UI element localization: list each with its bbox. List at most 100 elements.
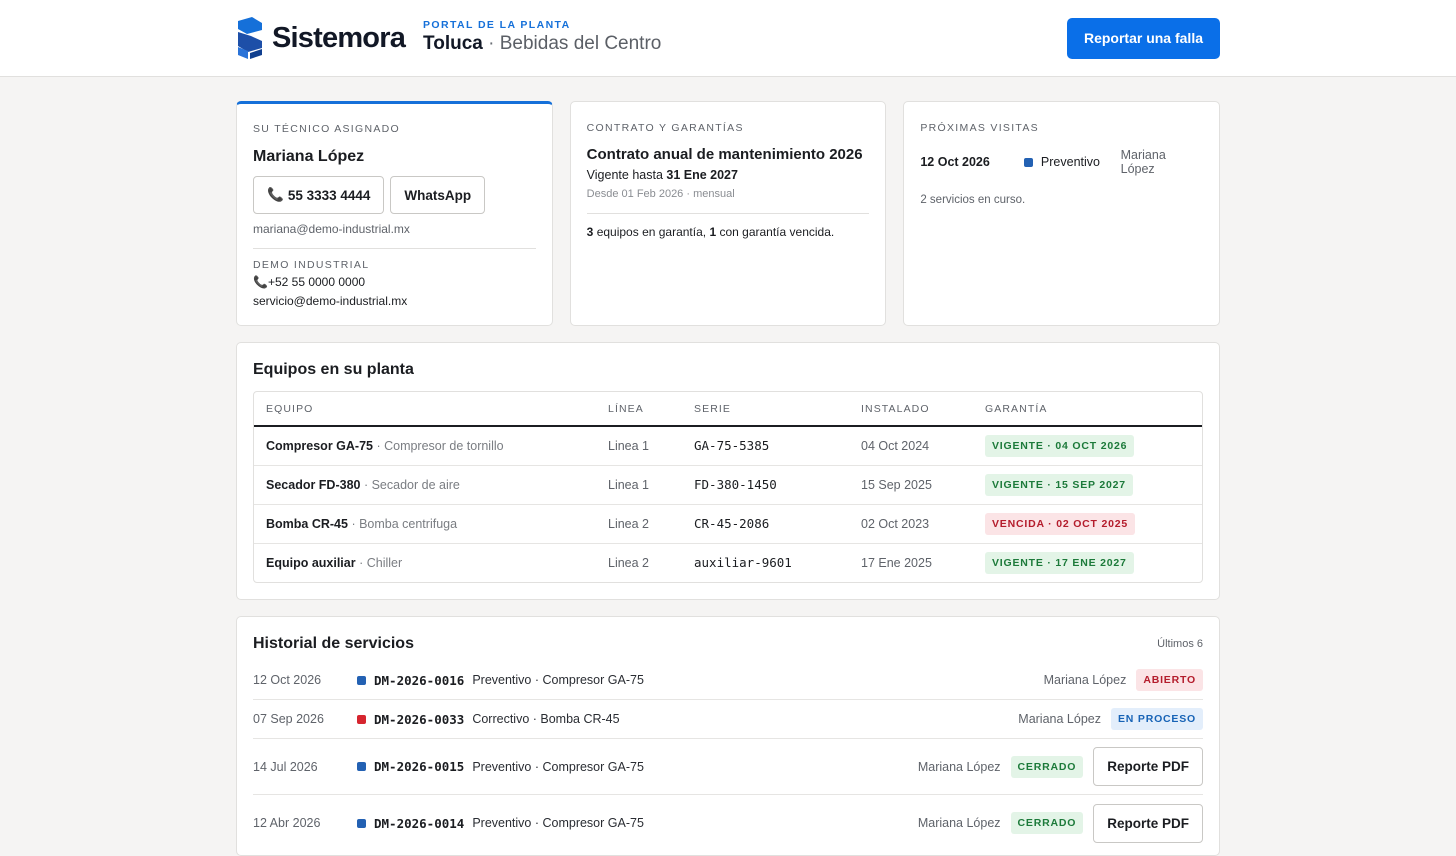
history-row[interactable]: 07 Sep 2026 DM-2026-0033 Correctivo · Bo…: [253, 700, 1203, 739]
company-email[interactable]: servicio@demo-industrial.mx: [253, 294, 536, 308]
history-count: Últimos 6: [1157, 638, 1203, 650]
equipment-name: Compresor GA-75: [266, 438, 373, 453]
equipment-type: · Chiller: [355, 555, 403, 570]
call-technician-button[interactable]: 📞 55 3333 4444: [253, 176, 385, 214]
history-row[interactable]: 12 Oct 2026 DM-2026-0016 Preventivo · Co…: [253, 661, 1203, 700]
plant-separator: ·: [482, 33, 500, 54]
equipment-cell: Secador FD-380 · Secador de aire: [254, 465, 596, 505]
visits-kicker: PRÓXIMAS VISITAS: [920, 122, 1039, 134]
column-header-warranty: GARANTÍA: [973, 392, 1202, 427]
warranty-cell: VIGENTE · 17 ENE 2027: [973, 543, 1202, 582]
table-row[interactable]: Secador FD-380 · Secador de aire Linea 1…: [254, 465, 1202, 505]
visit-item[interactable]: 12 Oct 2026 Preventivo Mariana López: [920, 148, 1203, 176]
plant-company: Bebidas del Centro: [499, 33, 662, 54]
expired-text: con garantía vencida.: [716, 225, 835, 239]
equipment-title: Equipos en su planta: [253, 361, 414, 378]
technician-email[interactable]: mariana@demo-industrial.mx: [253, 222, 536, 236]
call-technician-label: 55 3333 4444: [287, 187, 371, 203]
company-phone: +52 55 0000 0000: [267, 275, 366, 289]
service-description: Correctivo · Bomba CR-45: [472, 712, 620, 726]
warranty-cell: VENCIDA · 02 OCT 2025: [973, 504, 1202, 544]
equipment-section: Equipos en su planta EQUIPO LÍNEA SERIE …: [236, 342, 1220, 600]
service-code[interactable]: DM-2026-0033: [374, 712, 464, 727]
service-code[interactable]: DM-2026-0014: [374, 816, 464, 831]
whatsapp-button[interactable]: WhatsApp: [390, 176, 486, 214]
contract-title: Contrato anual de mantenimiento 2026: [586, 146, 863, 163]
serial-cell: GA-75-5385: [682, 426, 849, 466]
service-code[interactable]: DM-2026-0016: [374, 673, 464, 688]
summary-cards: SU TÉCNICO ASIGNADO Mariana López 📞 55 3…: [236, 101, 1221, 326]
contract-valid-prefix: Vigente hasta: [586, 168, 667, 182]
history-date: 12 Oct 2026: [253, 673, 322, 687]
line-cell: Linea 2: [608, 555, 650, 570]
contract-start: Desde 01 Feb 2026 · mensual: [586, 188, 735, 200]
plant-info: PORTAL DE LA PLANTA Toluca · Bebidas del…: [423, 19, 661, 55]
phone-icon: 📞: [267, 187, 284, 202]
plant-title: Toluca · Bebidas del Centro: [423, 33, 661, 55]
warranty-summary: 3 equipos en garantía, 1 con garantía ve…: [587, 225, 870, 239]
history-row[interactable]: 14 Jul 2026 DM-2026-0015 Preventivo · Co…: [253, 739, 1203, 795]
logo-mark-icon: [238, 17, 262, 59]
technician-name: Mariana López: [253, 148, 365, 165]
divider: [253, 248, 536, 249]
history-row[interactable]: 12 Abr 2026 DM-2026-0014 Preventivo · Co…: [253, 795, 1203, 851]
table-row[interactable]: Equipo auxiliar · Chiller Linea 2 auxili…: [254, 543, 1202, 582]
status-badge: CERRADO: [1010, 755, 1084, 778]
table-row[interactable]: Compresor GA-75 · Compresor de tornillo …: [254, 426, 1202, 466]
contract-validity: Vigente hasta 31 Ene 2027: [587, 168, 870, 182]
contract-card: CONTRATO Y GARANTÍAS Contrato anual de m…: [569, 101, 887, 326]
equipment-type: · Bomba centrifuga: [347, 516, 458, 531]
technician-card: SU TÉCNICO ASIGNADO Mariana López 📞 55 3…: [236, 101, 553, 326]
equipment-cell: Bomba CR-45 · Bomba centrifuga: [254, 504, 596, 544]
plant-city: Toluca: [423, 33, 483, 54]
installed-cell: 02 Oct 2023: [849, 504, 973, 544]
report-fault-button[interactable]: Reportar una falla: [1066, 17, 1220, 59]
visit-type: Preventivo: [1040, 155, 1100, 169]
column-header-line: LÍNEA: [596, 392, 682, 427]
history-date: 14 Jul 2026: [253, 759, 318, 774]
warranty-badge: VENCIDA · 02 OCT 2025: [985, 512, 1136, 535]
contract-kicker: CONTRATO Y GARANTÍAS: [586, 122, 744, 134]
pdf-report-button[interactable]: Reporte PDF: [1093, 803, 1203, 843]
service-technician: Mariana López: [917, 759, 1001, 774]
equipment-name: Equipo auxiliar: [266, 555, 356, 570]
company-phone-row[interactable]: 📞+52 55 0000 0000: [253, 275, 536, 289]
pdf-report-button[interactable]: Reporte PDF: [1093, 747, 1203, 786]
installed-cell: 17 Ene 2025: [861, 555, 932, 570]
logo[interactable]: Sistemora: [236, 17, 406, 59]
service-description: Preventivo · Compresor GA-75: [472, 816, 644, 830]
service-type-dot: [357, 818, 366, 828]
service-type-dot: [357, 762, 366, 771]
portal-kicker: PORTAL DE LA PLANTA: [423, 19, 571, 31]
service-technician: Mariana López: [917, 816, 1001, 830]
installed-cell: 04 Oct 2024: [849, 426, 973, 466]
status-badge: EN PROCESO: [1110, 708, 1203, 730]
equipment-cell: Compresor GA-75 · Compresor de tornillo: [254, 426, 596, 466]
equipment-name: Bomba CR-45: [266, 516, 348, 531]
line-cell: Linea 2: [596, 504, 682, 544]
warranty-cell: VIGENTE · 04 OCT 2026: [973, 426, 1202, 466]
serial-cell: FD-380-1450: [682, 465, 849, 505]
company-kicker: DEMO INDUSTRIAL: [253, 259, 370, 271]
service-description: Preventivo · Compresor GA-75: [472, 759, 644, 774]
column-header-equipment: EQUIPO: [254, 392, 596, 427]
serial-cell: CR-45-2086: [682, 504, 849, 544]
warranty-badge: VIGENTE · 17 ENE 2027: [985, 551, 1134, 574]
history-date: 07 Sep 2026: [253, 712, 324, 726]
service-technician: Mariana López: [1018, 712, 1101, 726]
service-technician: Mariana López: [1043, 673, 1127, 687]
table-row[interactable]: Bomba CR-45 · Bomba centrifuga Linea 2 C…: [254, 504, 1202, 544]
warranty-badge: VIGENTE · 04 OCT 2026: [985, 434, 1135, 457]
equipment-cell: Equipo auxiliar · Chiller: [254, 543, 596, 582]
contract-valid-until: 31 Ene 2027: [666, 168, 738, 182]
warranty-badge: VIGENTE · 15 SEP 2027: [985, 473, 1133, 496]
service-code[interactable]: DM-2026-0015: [374, 759, 464, 774]
installed-cell: 15 Sep 2025: [849, 465, 973, 505]
visits-card: PRÓXIMAS VISITAS 12 Oct 2026 Preventivo …: [903, 101, 1221, 326]
visits-summary: 2 servicios en curso.: [920, 194, 1026, 206]
equipment-type: · Secador de aire: [360, 477, 460, 492]
top-bar: Sistemora PORTAL DE LA PLANTA Toluca · B…: [0, 0, 1456, 77]
divider: [586, 213, 870, 214]
history-title: Historial de servicios: [253, 635, 414, 652]
warranty-cell: VIGENTE · 15 SEP 2027: [973, 465, 1202, 505]
